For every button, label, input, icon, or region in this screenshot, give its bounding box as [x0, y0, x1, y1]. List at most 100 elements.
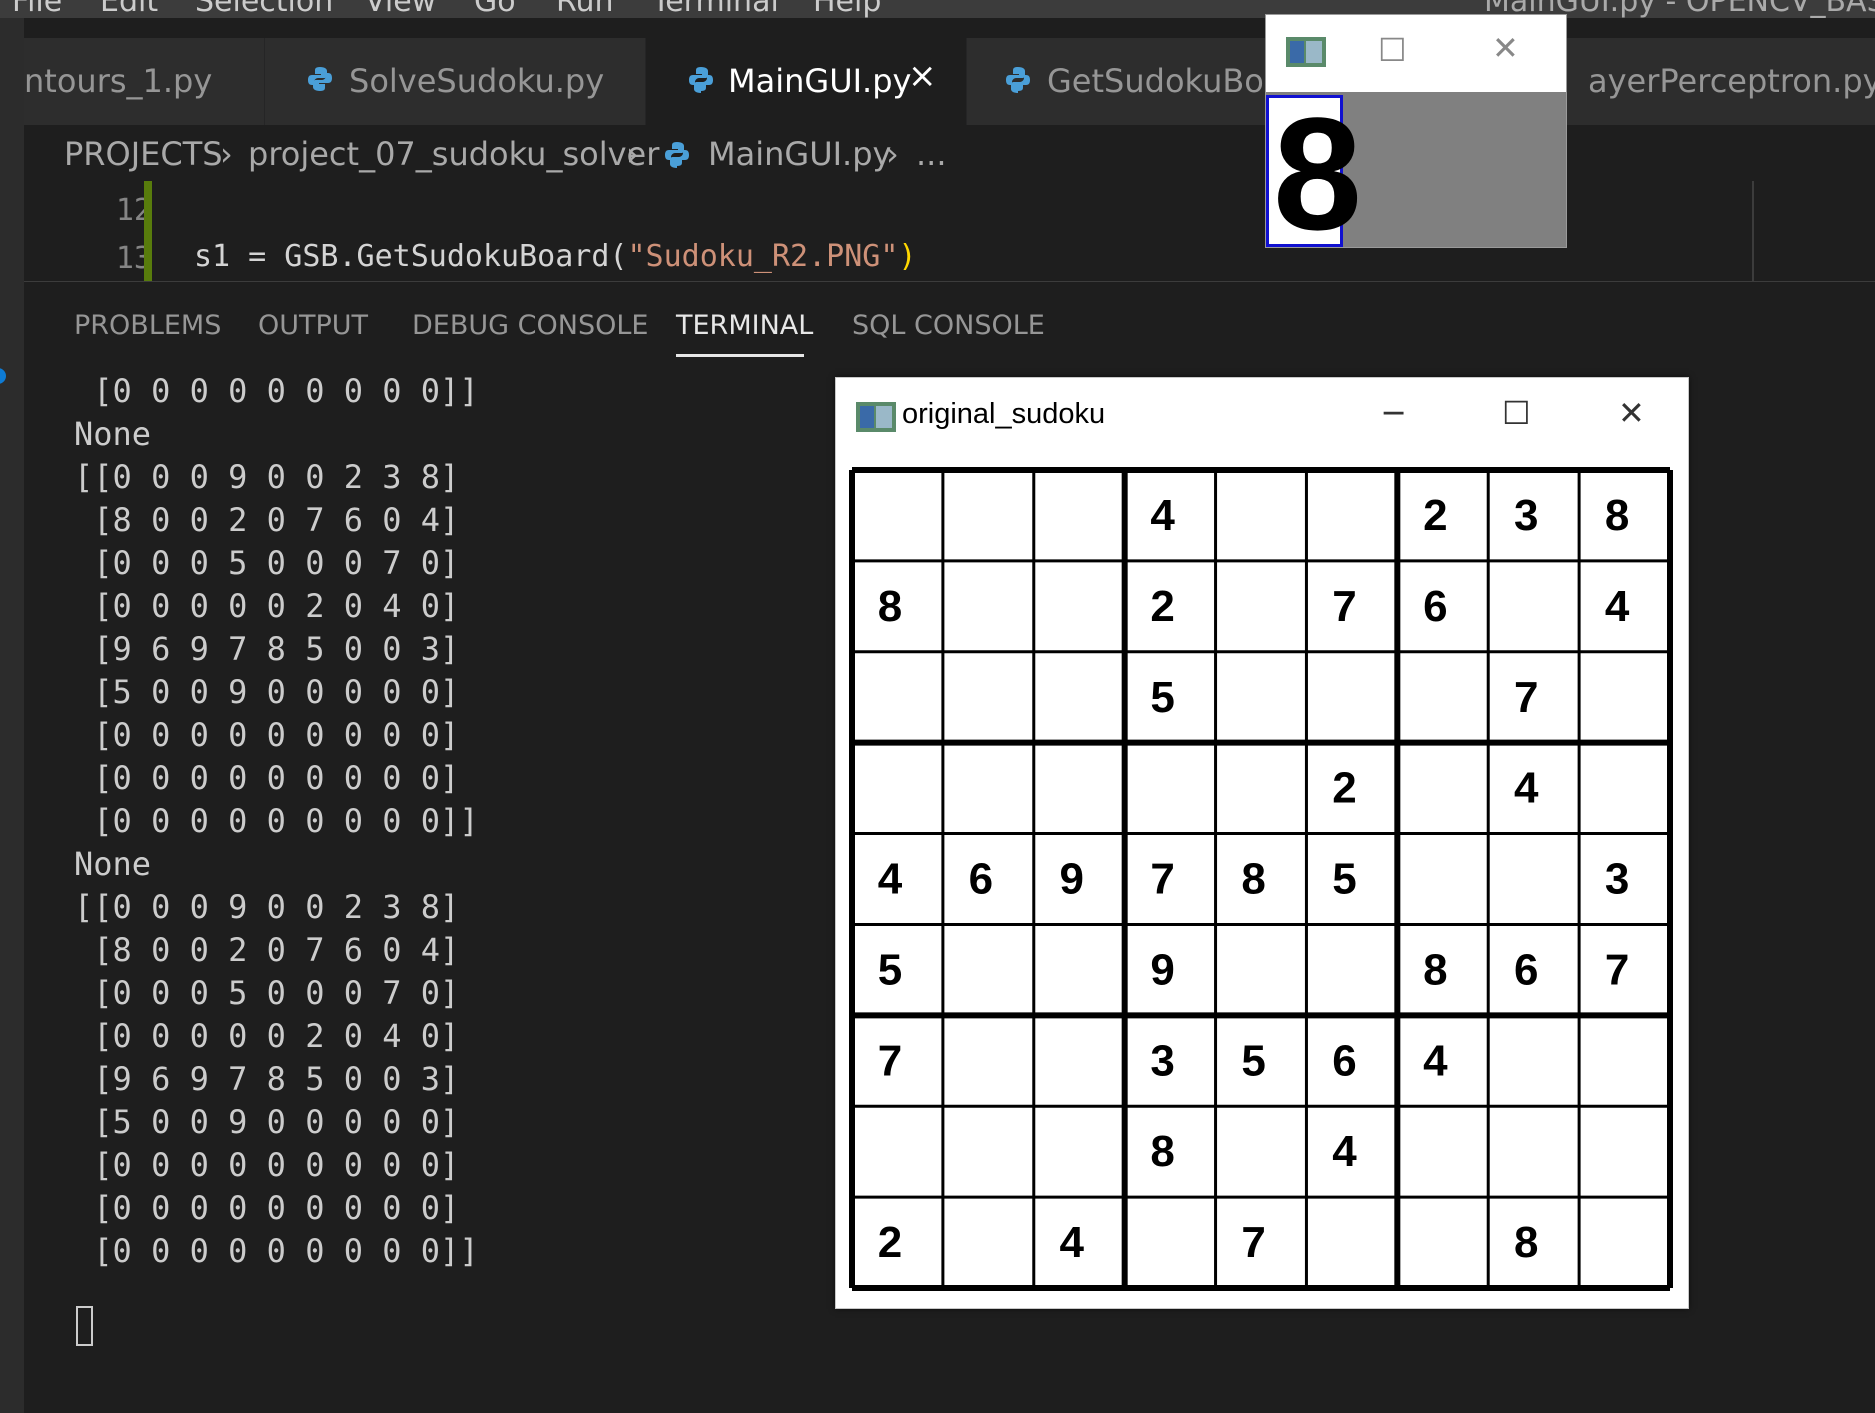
- terminal-line: [8 0 0 2 0 7 6 0 4]: [74, 501, 460, 539]
- menu-edit[interactable]: Edit: [100, 0, 158, 18]
- sudoku-window[interactable]: original_sudoku ─ ☐ ✕ 4 2 3 8 8 2 7 6 4 5 7 2 4 4 6 9 7 8…: [835, 377, 1689, 1309]
- sudoku-cell: 5: [1241, 1036, 1265, 1085]
- digit-window[interactable]: ☐ ✕ 8: [1265, 14, 1567, 263]
- sudoku-cell: 6: [969, 855, 993, 904]
- menu-selection[interactable]: Selection: [195, 0, 333, 18]
- editor-ruler: [1752, 181, 1754, 281]
- breadcrumb-root[interactable]: PROJECTS: [64, 135, 223, 173]
- code-line-13[interactable]: s1 = GSB.GetSudokuBoard("Sudoku_R2.PNG"): [194, 239, 916, 274]
- breadcrumb-folder[interactable]: project_07_sudoku_solver: [248, 135, 659, 173]
- sudoku-board: 4 2 3 8 8 2 7 6 4 5 7 2 4 4 6 9 7 8 5 3 5 9 8 6 7 7 3 5 6 4 8 4 2 4 7 8: [846, 464, 1676, 1294]
- sudoku-cell: 8: [1241, 855, 1265, 904]
- app-icon: [856, 402, 896, 432]
- sudoku-cell: 5: [1332, 855, 1356, 904]
- tab-terminal[interactable]: TERMINAL: [676, 310, 813, 341]
- menu-bar: File Edit Selection View Go Run Terminal…: [0, 0, 1875, 18]
- tab-output[interactable]: OUTPUT: [258, 310, 368, 341]
- tab-label: GetSudokuBoar: [1047, 62, 1297, 100]
- code-paren: ): [898, 239, 917, 274]
- sudoku-cell: 7: [1150, 855, 1174, 904]
- maximize-icon[interactable]: ☐: [1378, 31, 1407, 69]
- sudoku-cell: 4: [878, 855, 903, 904]
- terminal-cursor: [76, 1306, 93, 1346]
- sudoku-cell: 4: [1060, 1218, 1085, 1267]
- breadcrumb: PROJECTS › project_07_sudoku_solver › Ma…: [24, 125, 1875, 181]
- tab-label: ntours_1.py: [24, 62, 213, 100]
- sudoku-cell: 2: [878, 1218, 902, 1267]
- maximize-icon[interactable]: ☐: [1502, 394, 1531, 432]
- breadcrumb-more[interactable]: ...: [916, 135, 947, 173]
- window-title: original_sudoku: [902, 398, 1106, 430]
- sudoku-cell: 8: [1605, 491, 1629, 540]
- sudoku-cell: 4: [1423, 1036, 1448, 1085]
- terminal-line: [0 0 0 0 0 0 0 0 0]: [74, 716, 460, 754]
- menu-view[interactable]: View: [365, 0, 436, 18]
- tab-maingui[interactable]: MainGUI.py ×: [646, 38, 967, 125]
- sudoku-cell: 5: [1150, 673, 1174, 722]
- digit-window-titlebar[interactable]: ☐ ✕: [1266, 15, 1566, 91]
- sudoku-cell: 8: [1423, 945, 1447, 994]
- sudoku-grid: 4 2 3 8 8 2 7 6 4 5 7 2 4 4 6 9 7 8 5 3 5 9 8 6 7 7 3 5 6 4 8 4 2 4 7 8: [849, 467, 1673, 1291]
- terminal-line: [9 6 9 7 8 5 0 0 3]: [74, 630, 460, 668]
- terminal-line: [0 0 0 0 0 0 0 0 0]]: [74, 802, 479, 840]
- active-tab-indicator: [676, 354, 804, 357]
- line-number: 12: [115, 193, 152, 228]
- python-icon: [689, 67, 713, 93]
- tab-label: SolveSudoku.py: [349, 62, 605, 100]
- breadcrumb-file[interactable]: MainGUI.py: [708, 135, 891, 173]
- sudoku-cell: 9: [1150, 945, 1174, 994]
- terminal-line: [0 0 0 0 0 0 0 0 0]: [74, 759, 460, 797]
- terminal-line: [0 0 0 0 0 0 0 0 0]: [74, 1146, 460, 1184]
- sudoku-cell: 7: [1514, 673, 1538, 722]
- tab-label: MainGUI.py: [728, 62, 912, 100]
- sudoku-cell: 5: [878, 945, 902, 994]
- sudoku-cell: 8: [878, 582, 902, 631]
- chevron-right-icon: ›: [220, 135, 233, 173]
- terminal-line: [0 0 0 0 0 2 0 4 0]: [74, 1017, 460, 1055]
- tab-contours[interactable]: ntours_1.py: [24, 38, 265, 125]
- sudoku-cell: 8: [1514, 1218, 1538, 1267]
- terminal-line: None: [74, 845, 152, 883]
- panel-header: PROBLEMS OUTPUT DEBUG CONSOLE TERMINAL S…: [24, 282, 1875, 362]
- tab-solvesudoku[interactable]: SolveSudoku.py: [265, 38, 646, 125]
- close-icon[interactable]: ✕: [1492, 29, 1519, 67]
- tab-debug-console[interactable]: DEBUG CONSOLE: [412, 310, 648, 341]
- minimize-icon[interactable]: ─: [1384, 394, 1403, 432]
- menu-help[interactable]: Help: [813, 0, 881, 18]
- sudoku-cell: 7: [878, 1036, 902, 1085]
- terminal-line: [9 6 9 7 8 5 0 0 3]: [74, 1060, 460, 1098]
- close-icon[interactable]: ✕: [1618, 394, 1645, 432]
- menu-go[interactable]: Go: [474, 0, 516, 18]
- sudoku-cell: 2: [1332, 764, 1356, 813]
- terminal-line: [[0 0 0 9 0 0 2 3 8]: [74, 888, 460, 926]
- terminal-line: [0 0 0 5 0 0 0 7 0]: [74, 544, 460, 582]
- chevron-right-icon: ›: [886, 135, 899, 173]
- terminal-line: [0 0 0 0 0 0 0 0 0]: [74, 1189, 460, 1227]
- sudoku-cell: 6: [1423, 582, 1447, 631]
- code-editor[interactable]: 12 13 s1 = GSB.GetSudokuBoard("Sudoku_R2…: [24, 181, 1875, 282]
- menu-run[interactable]: Run: [556, 0, 614, 18]
- terminal-line: [0 0 0 5 0 0 0 7 0]: [74, 974, 460, 1012]
- git-modified-marker: [144, 181, 152, 281]
- sudoku-cell: 2: [1423, 491, 1447, 540]
- terminal-line: None: [74, 415, 152, 453]
- sudoku-cell: 7: [1605, 945, 1629, 994]
- terminal-line: [5 0 0 9 0 0 0 0 0]: [74, 1103, 460, 1141]
- menu-file[interactable]: File: [12, 0, 62, 18]
- python-icon: [308, 67, 332, 91]
- code-text: s1 = GSB.GetSudokuBoard(: [194, 239, 628, 274]
- editor-tab-bar: ntours_1.py SolveSudoku.py MainGUI.py × …: [24, 38, 1875, 125]
- digit-image: 8: [1266, 84, 1362, 263]
- terminal-line: [[0 0 0 9 0 0 2 3 8]: [74, 458, 460, 496]
- tab-problems[interactable]: PROBLEMS: [74, 310, 221, 341]
- python-icon: [665, 142, 689, 168]
- close-icon[interactable]: ×: [908, 56, 937, 96]
- terminal-line: [0 0 0 0 0 0 0 0 0]]: [74, 1232, 479, 1270]
- tab-sql-console[interactable]: SQL CONSOLE: [852, 310, 1045, 341]
- digit-value: 8: [1273, 84, 1362, 263]
- sudoku-cell: 4: [1605, 582, 1630, 631]
- menu-terminal[interactable]: Terminal: [652, 0, 779, 18]
- sudoku-cell: 4: [1150, 491, 1175, 540]
- sudoku-cell: 6: [1332, 1036, 1356, 1085]
- python-icon: [1006, 67, 1030, 93]
